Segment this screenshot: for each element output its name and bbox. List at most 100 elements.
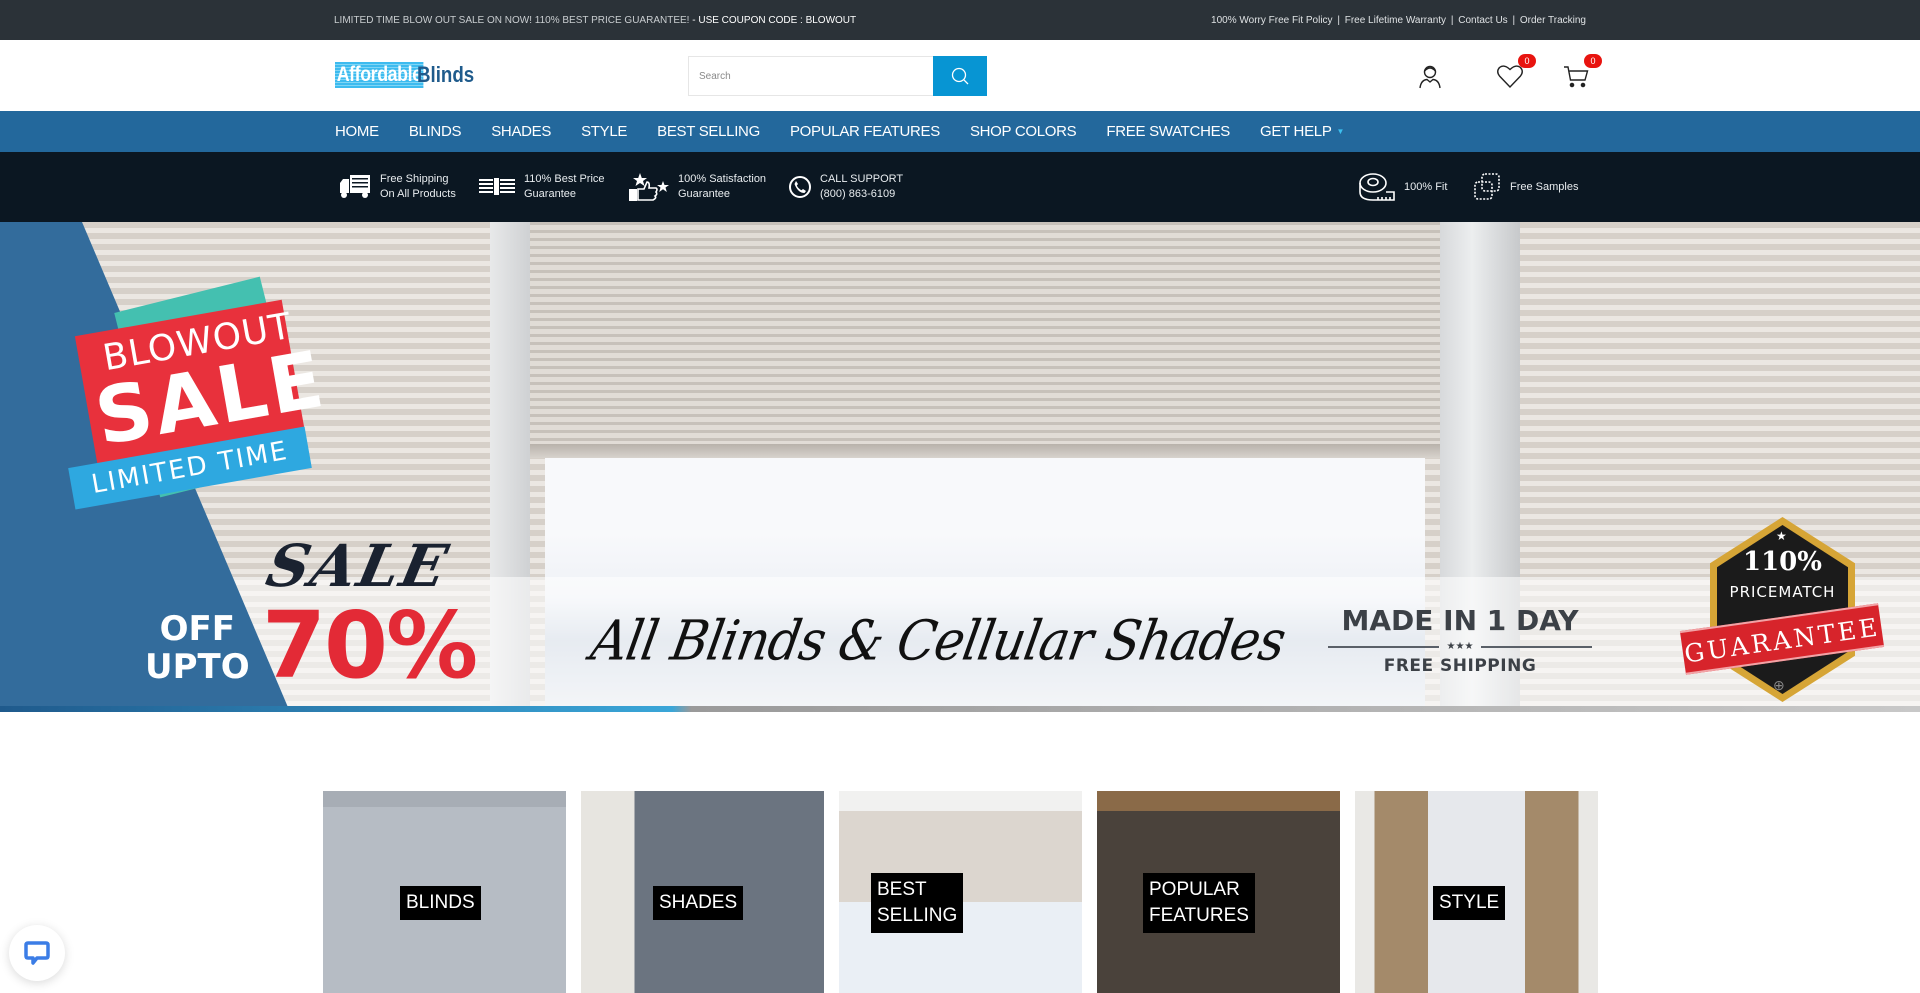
swatch-icon xyxy=(1472,172,1502,202)
category-grid: BLINDS SHADES BEST SELLING POPULAR FEATURE… xyxy=(323,791,1598,993)
site-header: Affordable Blinds 0 0 xyxy=(0,40,1920,111)
made-line1: MADE IN 1 DAY xyxy=(1341,604,1579,637)
search-form xyxy=(688,56,987,96)
nav-get-help[interactable]: GET HELP ▼ xyxy=(1260,123,1344,140)
feature-line1: 110% Best Price xyxy=(524,173,605,185)
feature-line2: (800) 863-6109 xyxy=(820,188,896,200)
link-separator: | xyxy=(1450,14,1454,26)
discount-percent: 70% xyxy=(262,592,478,699)
coupon-code: USE COUPON CODE : BLOWOUT xyxy=(698,14,857,26)
cart-count-badge: 0 xyxy=(1584,54,1602,68)
star-icon: ★ xyxy=(1776,529,1787,543)
feature-line1: 100% Satisfaction xyxy=(678,173,767,185)
hero-banner[interactable]: BLOWOUT SALE LIMITED TIME SALE OFF UPTO … xyxy=(0,222,1920,712)
category-tile-shades[interactable]: SHADES xyxy=(581,791,824,993)
made-line2: FREE SHIPPING xyxy=(1383,656,1537,676)
phone-icon xyxy=(788,175,812,199)
feature-best-price: 110% Best Price Guarantee xyxy=(478,172,605,202)
feature-call-support[interactable]: CALL SUPPORT (800) 863-6109 xyxy=(788,172,903,202)
feature-line2: Guarantee xyxy=(678,188,730,200)
feature-satisfaction: 100% Satisfaction Guarantee xyxy=(628,172,766,202)
hero-headline: All Blinds & Cellular Shades xyxy=(586,609,1290,673)
link-contact-us[interactable]: Contact Us xyxy=(1458,15,1507,26)
category-label-line1: STYLE xyxy=(1439,892,1500,913)
nav-label: STYLE xyxy=(581,123,628,140)
made-in-1-day: MADE IN 1 DAY ★★★ FREE SHIPPING xyxy=(1320,604,1600,676)
sale-script-text: SALE xyxy=(260,532,456,600)
shade-rail xyxy=(530,444,1440,458)
nav-blinds[interactable]: BLINDS xyxy=(408,123,462,140)
promo-separator: - xyxy=(689,14,699,26)
upto-text: UPTO xyxy=(145,647,250,687)
promo-message: LIMITED TIME BLOW OUT SALE ON NOW! 110% … xyxy=(334,15,856,26)
account-button[interactable] xyxy=(1410,58,1450,94)
category-tile-popular-features[interactable]: POPULAR FEATURES xyxy=(1097,791,1340,993)
category-label-line2: SELLING xyxy=(877,905,958,926)
thumbs-up-icon xyxy=(628,172,670,202)
link-order-tracking[interactable]: Order Tracking xyxy=(1520,15,1586,26)
feature-line1: Free Samples xyxy=(1510,180,1579,193)
category-label-line1: SHADES xyxy=(659,892,738,913)
nav-label: BEST SELLING xyxy=(657,123,760,140)
feature-free-shipping: Free Shipping On All Products xyxy=(338,172,456,202)
live-chat-button[interactable] xyxy=(9,925,65,981)
link-fit-policy[interactable]: 100% Worry Free Fit Policy xyxy=(1211,15,1333,26)
feature-line1: 100% Fit xyxy=(1404,180,1448,193)
pricematch-label: PRICEMATCH xyxy=(1729,583,1836,601)
cellular-shade-image xyxy=(530,222,1440,454)
search-icon xyxy=(951,67,969,85)
category-label: POPULAR FEATURES xyxy=(1143,873,1255,933)
nav-label: BLINDS xyxy=(408,123,462,140)
category-label-line1: BEST xyxy=(877,879,927,900)
truck-icon xyxy=(338,173,372,201)
off-upto-text: OFF UPTO xyxy=(145,610,250,686)
feature-fit: 100% Fit xyxy=(1358,172,1447,202)
feature-free-samples[interactable]: Free Samples xyxy=(1472,172,1578,202)
nav-label: SHADES xyxy=(491,123,552,140)
caret-down-icon: ▼ xyxy=(1336,127,1345,136)
link-separator: | xyxy=(1512,14,1516,26)
blowout-sale-badge: BLOWOUT SALE LIMITED TIME xyxy=(30,272,333,512)
user-icon xyxy=(1419,65,1441,89)
search-button[interactable] xyxy=(933,56,987,96)
off-text: OFF xyxy=(159,609,235,649)
cart-button[interactable]: 0 xyxy=(1556,54,1602,94)
nav-label: HOME xyxy=(335,123,379,140)
globe-icon: ⊕ xyxy=(1773,677,1785,693)
feature-line2: On All Products xyxy=(380,188,456,200)
category-tile-best-selling[interactable]: BEST SELLING xyxy=(839,791,1082,993)
announcement-bar: LIMITED TIME BLOW OUT SALE ON NOW! 110% … xyxy=(0,0,1920,40)
main-nav: HOME BLINDS SHADES STYLE BEST SELLING PO… xyxy=(0,111,1920,152)
category-label: BEST SELLING xyxy=(871,873,964,933)
nav-shop-colors[interactable]: SHOP COLORS xyxy=(969,123,1077,140)
nav-free-swatches[interactable]: FREE SWATCHES xyxy=(1106,123,1230,140)
category-label: SHADES xyxy=(653,886,744,920)
stars-divider: ★★★ xyxy=(1320,641,1600,652)
nav-best-selling[interactable]: BEST SELLING xyxy=(657,123,760,140)
category-tile-style[interactable]: STYLE xyxy=(1355,791,1598,993)
link-separator: | xyxy=(1337,14,1340,26)
features-bar: Free Shipping On All Products 110% Best P… xyxy=(0,152,1920,222)
heart-icon xyxy=(1497,65,1523,89)
category-tile-blinds[interactable]: BLINDS xyxy=(323,791,566,993)
nav-label: POPULAR FEATURES xyxy=(789,123,940,140)
utility-links: 100% Worry Free Fit Policy | Free Lifeti… xyxy=(1211,15,1586,26)
cash-icon xyxy=(478,175,516,199)
logo[interactable]: Affordable Blinds xyxy=(335,60,484,90)
chat-bubble-icon xyxy=(24,941,50,965)
category-label: STYLE xyxy=(1433,886,1506,920)
feature-line1: CALL SUPPORT xyxy=(820,173,904,185)
nav-shades[interactable]: SHADES xyxy=(491,123,551,140)
nav-label: SHOP COLORS xyxy=(969,123,1077,140)
nav-popular-features[interactable]: POPULAR FEATURES xyxy=(790,123,940,140)
tape-measure-icon xyxy=(1358,172,1396,202)
nav-style[interactable]: STYLE xyxy=(581,123,627,140)
wishlist-button[interactable]: 0 xyxy=(1490,54,1536,94)
hero-bottom-strip xyxy=(0,706,1920,712)
nav-home[interactable]: HOME xyxy=(335,123,379,140)
link-warranty[interactable]: Free Lifetime Warranty xyxy=(1345,15,1446,26)
feature-line2: Guarantee xyxy=(524,188,576,200)
category-label-line1: BLINDS xyxy=(406,892,475,913)
search-input[interactable] xyxy=(688,56,933,96)
logo-text-blinds: Blinds xyxy=(417,62,475,87)
